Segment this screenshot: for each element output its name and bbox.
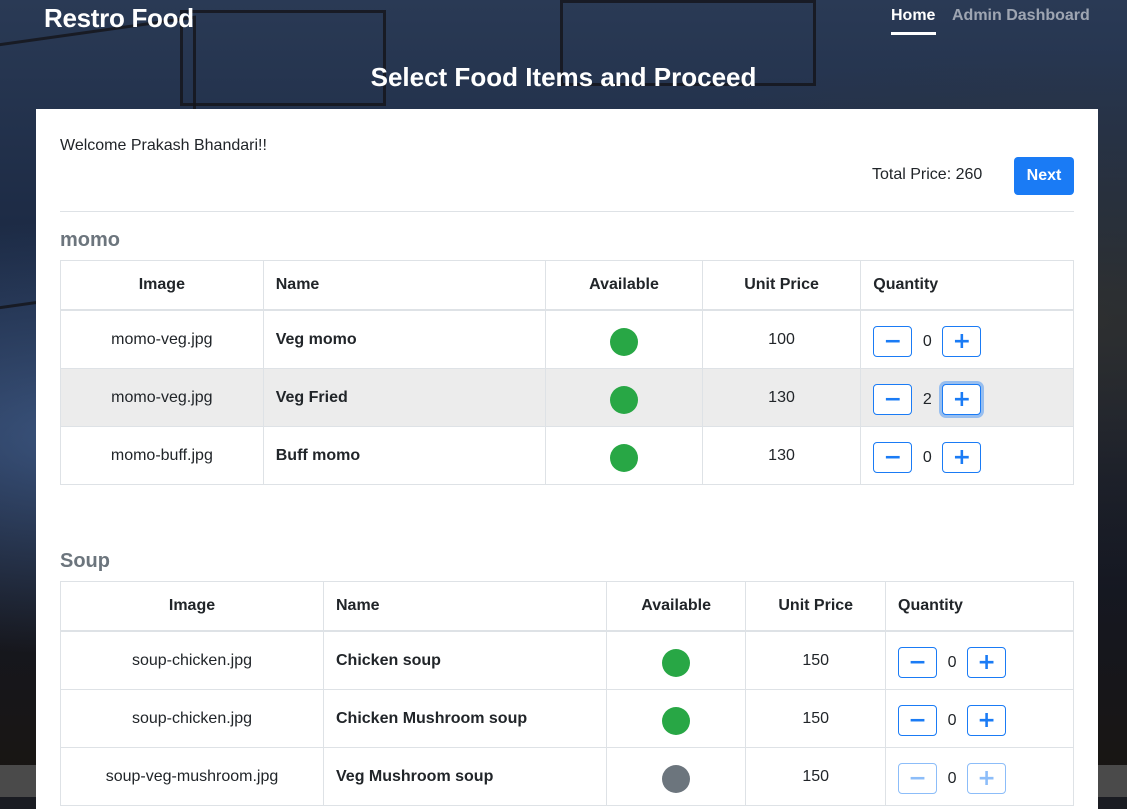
quantity-stepper: −0 +	[898, 763, 1061, 794]
table-row: momo-buff.jpg Buff momo 130−0 +	[60, 426, 1074, 485]
decrease-quantity-button[interactable]: −	[873, 384, 913, 415]
increase-quantity-button[interactable]: +	[942, 384, 982, 415]
nav-active-indicator	[891, 32, 936, 35]
table-header-row: Image Name Available Unit Price Quantity	[60, 581, 1074, 632]
item-image-filename: momo-veg.jpg	[60, 309, 264, 369]
item-image-filename: soup-chicken.jpg	[60, 630, 324, 690]
quantity-cell: −0 +	[860, 309, 1074, 369]
availability-cell	[605, 630, 747, 690]
increase-quantity-button[interactable]: +	[967, 647, 1007, 678]
quantity-value: 2	[922, 390, 932, 408]
availability-cell	[545, 368, 703, 427]
quantity-cell: −0 +	[885, 630, 1074, 690]
unit-price: 150	[745, 630, 887, 690]
increase-quantity-button[interactable]: +	[967, 705, 1007, 736]
quantity-value: 0	[947, 653, 957, 671]
quantity-value: 0	[947, 769, 957, 787]
item-name: Veg Fried	[262, 368, 547, 427]
availability-cell	[545, 309, 703, 369]
welcome-message: Welcome Prakash Bhandari!!	[60, 137, 267, 154]
decrease-quantity-button[interactable]: −	[898, 705, 938, 736]
column-header: Name	[262, 260, 547, 311]
table-row: momo-veg.jpg Veg momo 100−0 +	[60, 309, 1074, 369]
table-row: soup-chicken.jpg Chicken soup 150−0 +	[60, 630, 1074, 690]
next-button[interactable]: Next	[1014, 157, 1074, 195]
item-image-filename: momo-buff.jpg	[60, 426, 264, 485]
available-indicator-icon	[610, 385, 638, 414]
quantity-value: 0	[947, 711, 957, 729]
unit-price: 130	[701, 426, 862, 485]
quantity-stepper: −0 +	[898, 705, 1061, 736]
unit-price: 130	[701, 368, 862, 427]
column-header: Image	[60, 581, 324, 632]
available-indicator-icon	[662, 706, 691, 735]
available-indicator-icon	[662, 648, 691, 677]
table-header-row: Image Name Available Unit Price Quantity	[60, 260, 1074, 311]
navbar: Restro Food Home Admin Dashboard	[0, 0, 1127, 40]
column-header: Available	[605, 581, 747, 632]
menu-table-soup: Image Name Available Unit Price Quantity soup…	[60, 581, 1074, 806]
item-name: Chicken soup	[323, 630, 607, 690]
table-row: soup-chicken.jpg Chicken Mushroom soup 150…	[60, 689, 1074, 748]
nav-link-admin-dashboard[interactable]: Admin Dashboard	[952, 7, 1090, 25]
decrease-quantity-button[interactable]: −	[898, 763, 938, 794]
column-header: Available	[545, 260, 703, 311]
column-header: Quantity	[860, 260, 1074, 311]
column-header: Unit Price	[745, 581, 887, 632]
unit-price: 150	[745, 689, 887, 748]
total-price: Total Price: 260	[872, 166, 983, 183]
decrease-quantity-button[interactable]: −	[898, 647, 938, 678]
column-header: Unit Price	[701, 260, 862, 311]
category-title: momo	[60, 229, 120, 251]
unit-price: 100	[701, 309, 862, 369]
quantity-value: 0	[922, 332, 932, 350]
column-header: Quantity	[885, 581, 1074, 632]
divider	[60, 211, 1074, 212]
available-indicator-icon	[610, 327, 638, 356]
table-row: momo-veg.jpg Veg Fried 130−2 +	[60, 368, 1074, 427]
increase-quantity-button[interactable]: +	[967, 763, 1007, 794]
item-image-filename: soup-chicken.jpg	[60, 689, 324, 748]
category-title: Soup	[60, 550, 110, 572]
quantity-cell: −2 +	[860, 368, 1074, 427]
order-card: Welcome Prakash Bhandari!! Total Price: …	[36, 109, 1098, 809]
item-image-filename: momo-veg.jpg	[60, 368, 264, 427]
available-indicator-icon	[610, 443, 638, 472]
quantity-value: 0	[922, 448, 932, 466]
quantity-stepper: −2 +	[873, 384, 1061, 415]
increase-quantity-button[interactable]: +	[942, 326, 982, 357]
availability-cell	[605, 689, 747, 748]
decrease-quantity-button[interactable]: −	[873, 442, 913, 473]
nav-link-home[interactable]: Home	[891, 7, 935, 25]
item-name: Buff momo	[262, 426, 547, 485]
decrease-quantity-button[interactable]: −	[873, 326, 913, 357]
increase-quantity-button[interactable]: +	[942, 442, 982, 473]
column-header: Image	[60, 260, 264, 311]
brand-logo[interactable]: Restro Food	[44, 3, 194, 34]
unavailable-indicator-icon	[662, 764, 691, 793]
quantity-stepper: −0 +	[873, 442, 1061, 473]
menu-table-momo: Image Name Available Unit Price Quantity momo…	[60, 260, 1074, 485]
item-name: Veg momo	[262, 309, 547, 369]
column-header: Name	[323, 581, 607, 632]
quantity-stepper: −0 +	[898, 647, 1061, 678]
quantity-stepper: −0 +	[873, 326, 1061, 357]
quantity-cell: −0 +	[860, 426, 1074, 485]
item-name: Chicken Mushroom soup	[323, 689, 607, 748]
page-title: Select Food Items and Proceed	[370, 62, 757, 92]
availability-cell	[545, 426, 703, 485]
quantity-cell: −0 +	[885, 689, 1074, 748]
